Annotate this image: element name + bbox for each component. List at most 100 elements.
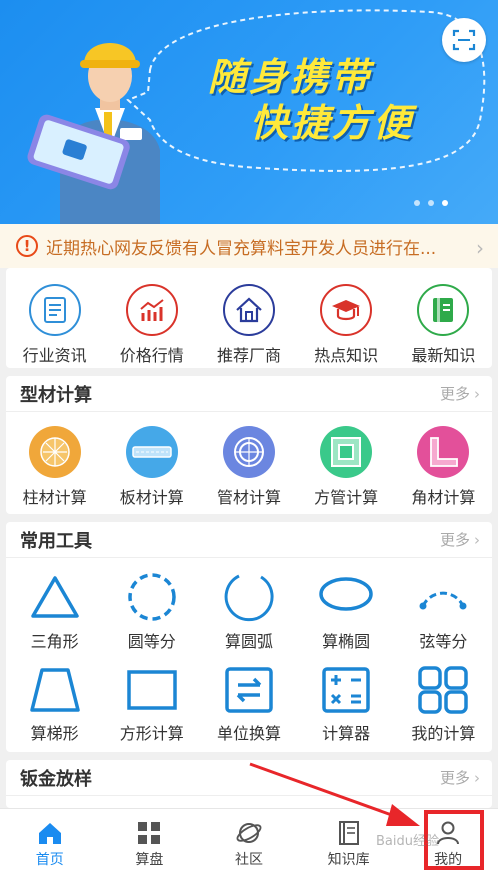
more-label: 更多 (439, 531, 470, 549)
trapezoid-icon (29, 668, 80, 712)
triangle-icon (30, 576, 79, 618)
column-icon (28, 426, 81, 478)
chevron-right-icon: › (474, 385, 480, 403)
tab-calc-board[interactable]: 算盘 (100, 809, 200, 874)
quick-nav-card: 行业资讯 价格行情 推荐厂商 热点知识 最新知识 (6, 268, 492, 368)
tab-label: 社区 (234, 852, 263, 868)
chevron-right-icon: › (476, 236, 484, 260)
more-label: 更多 (439, 769, 470, 787)
profile-calc-card: 型材计算 更多 › 柱材计算 板材计算 管材计算 方管计算 角材计算 (6, 376, 492, 514)
carousel-indicator (414, 200, 448, 206)
nav-item-label: 最新知识 (411, 346, 476, 365)
dashed-circle-icon (128, 573, 176, 621)
carousel-dot-active[interactable] (442, 200, 448, 206)
tool-item-chord[interactable]: 弦等分 (398, 572, 488, 652)
tool-item-label: 算椭圆 (322, 632, 371, 651)
section-title: 钣金放样 (20, 768, 92, 790)
tab-label: 算盘 (135, 852, 164, 868)
tool-item-label: 我的计算 (411, 724, 476, 743)
section-title: 常用工具 (20, 530, 92, 552)
tool-item-label: 三角形 (30, 632, 79, 651)
grid-icon (418, 666, 469, 714)
tool-item-label: 计算器 (322, 724, 371, 743)
section-header: 常用工具 更多 › (6, 522, 492, 558)
nav-item-industry-news[interactable]: 行业资讯 (10, 284, 100, 366)
home-icon (38, 823, 61, 844)
tool-item-unit-convert[interactable]: 单位换算 (204, 666, 294, 744)
calc-item-column[interactable]: 柱材计算 (10, 426, 100, 508)
book-icon (417, 284, 470, 336)
tool-item-trapezoid[interactable]: 算梯形 (10, 666, 100, 744)
nav-item-label: 推荐厂商 (216, 346, 281, 365)
tool-item-label: 弦等分 (419, 632, 468, 651)
section-header: 型材计算 更多 › (6, 376, 492, 412)
graduation-cap-icon (320, 284, 373, 336)
tool-item-rectangle[interactable]: 方形计算 (107, 666, 197, 744)
calc-item-square-tube[interactable]: 方管计算 (301, 426, 391, 508)
rectangle-icon (127, 670, 177, 710)
alert-icon: ! (16, 235, 38, 257)
document-icon (28, 284, 81, 336)
nav-item-hot-knowledge[interactable]: 热点知识 (301, 284, 391, 366)
calc-item-pipe[interactable]: 管材计算 (204, 426, 294, 508)
chevron-right-icon: › (474, 531, 480, 549)
more-link[interactable]: 更多 › (440, 529, 480, 550)
calc-item-label: 管材计算 (216, 488, 281, 507)
tool-item-label: 方形计算 (119, 724, 184, 743)
nav-item-recommended-vendors[interactable]: 推荐厂商 (204, 284, 294, 366)
arc-icon (224, 574, 274, 622)
tab-label: 首页 (35, 852, 64, 868)
tool-item-label: 算圆弧 (224, 632, 273, 651)
section-header: 钣金放样 更多 › (6, 760, 492, 796)
calc-item-label: 角材计算 (411, 488, 476, 507)
section-title: 型材计算 (20, 384, 92, 406)
calc-item-label: 板材计算 (119, 488, 184, 507)
banner-illustration (27, 9, 486, 224)
calc-item-angle[interactable]: 角材计算 (398, 426, 488, 508)
watermark-text: Baidu经验 (376, 834, 439, 849)
tab-home[interactable]: 首页 (0, 809, 100, 874)
swap-icon (225, 667, 273, 713)
plate-icon (125, 426, 178, 478)
tool-item-calculator[interactable]: 计算器 (301, 666, 391, 744)
nav-item-label: 热点知识 (314, 346, 379, 365)
ellipse-icon (319, 577, 373, 611)
calc-item-label: 柱材计算 (22, 488, 87, 507)
grid-icon (138, 822, 161, 844)
tool-item-circle-divide[interactable]: 圆等分 (107, 572, 197, 652)
tool-item-label: 单位换算 (216, 724, 281, 743)
more-link[interactable]: 更多 › (440, 767, 480, 788)
tool-item-my-calc[interactable]: 我的计算 (398, 666, 488, 744)
square-tube-icon (320, 426, 373, 478)
chevron-right-icon: › (474, 769, 480, 787)
more-label: 更多 (439, 385, 470, 403)
pipe-icon (222, 426, 275, 478)
tool-item-label: 算梯形 (30, 724, 79, 743)
nav-item-label: 行业资讯 (22, 346, 87, 365)
tool-item-ellipse[interactable]: 算椭圆 (301, 572, 391, 652)
sheet-metal-card: 钣金放样 更多 › (6, 760, 492, 808)
scan-button[interactable] (442, 18, 486, 62)
promo-banner[interactable]: 随身携带 快捷方便 (0, 0, 498, 224)
book-icon (338, 821, 359, 845)
tab-community[interactable]: 社区 (199, 809, 299, 874)
calc-item-label: 方管计算 (314, 488, 379, 507)
planet-icon (236, 823, 262, 843)
carousel-dot[interactable] (414, 200, 420, 206)
angle-icon (417, 426, 470, 478)
notice-text: 近期热心网友反馈有人冒充算料宝开发人员进行在... (46, 238, 437, 259)
more-link[interactable]: 更多 › (440, 383, 480, 404)
scan-icon (452, 29, 476, 51)
carousel-dot[interactable] (428, 200, 434, 206)
notice-bar[interactable]: ! 近期热心网友反馈有人冒充算料宝开发人员进行在... › (0, 224, 498, 268)
nav-item-latest-knowledge[interactable]: 最新知识 (398, 284, 488, 366)
bar-chart-icon (125, 284, 178, 336)
tab-label: 知识库 (327, 852, 370, 868)
nav-item-price-trends[interactable]: 价格行情 (107, 284, 197, 366)
tool-item-triangle[interactable]: 三角形 (10, 572, 100, 652)
calc-item-plate[interactable]: 板材计算 (107, 426, 197, 508)
tool-item-arc[interactable]: 算圆弧 (204, 572, 294, 652)
tools-card: 常用工具 更多 › 三角形 圆等分 算圆弧 算椭圆 弦等分 算梯形 方形计算 单… (6, 522, 492, 752)
banner-slogan-line2: 快捷方便 (250, 101, 415, 145)
tool-item-label: 圆等分 (127, 632, 176, 651)
